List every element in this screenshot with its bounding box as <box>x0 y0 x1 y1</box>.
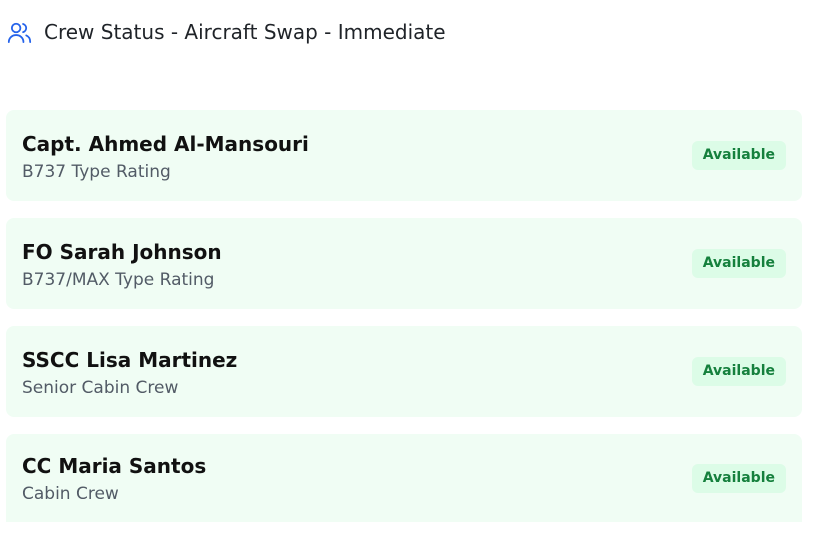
crew-role: Senior Cabin Crew <box>22 377 179 398</box>
crew-card[interactable]: FO Sarah Johnson B737/MAX Type Rating Av… <box>6 218 802 309</box>
crew-role: B737/MAX Type Rating <box>22 269 215 290</box>
crew-name: CC Maria Santos <box>22 454 207 478</box>
crew-name: SSCC Lisa Martinez <box>22 347 238 372</box>
crew-info: Capt. Ahmed Al-Mansouri B737 Type Rating <box>22 131 309 183</box>
crew-name: Capt. Ahmed Al-Mansouri <box>22 131 309 156</box>
status-badge: Available <box>691 249 786 278</box>
panel-header: Crew Status - Aircraft Swap - Immediate <box>6 17 446 47</box>
crew-card[interactable]: Capt. Ahmed Al-Mansouri B737 Type Rating… <box>6 110 802 201</box>
crew-role: B737 Type Rating <box>22 161 171 182</box>
panel-title: Crew Status - Aircraft Swap - Immediate <box>44 20 446 44</box>
crew-status-panel: Crew Status - Aircraft Swap - Immediate … <box>0 0 826 540</box>
crew-role: Cabin Crew <box>22 484 119 504</box>
crew-card[interactable]: CC Maria Santos Cabin Crew Available <box>6 434 802 522</box>
status-badge: Available <box>691 463 786 493</box>
crew-name: FO Sarah Johnson <box>22 239 222 264</box>
status-badge: Available <box>691 357 786 386</box>
crew-list: Capt. Ahmed Al-Mansouri B737 Type Rating… <box>6 110 802 522</box>
users-icon <box>6 19 33 46</box>
crew-info: SSCC Lisa Martinez Senior Cabin Crew <box>22 347 237 399</box>
status-badge: Available <box>691 141 786 170</box>
crew-card[interactable]: SSCC Lisa Martinez Senior Cabin Crew Ava… <box>6 326 802 417</box>
crew-info: CC Maria Santos Cabin Crew <box>22 453 206 505</box>
crew-info: FO Sarah Johnson B737/MAX Type Rating <box>22 239 222 291</box>
